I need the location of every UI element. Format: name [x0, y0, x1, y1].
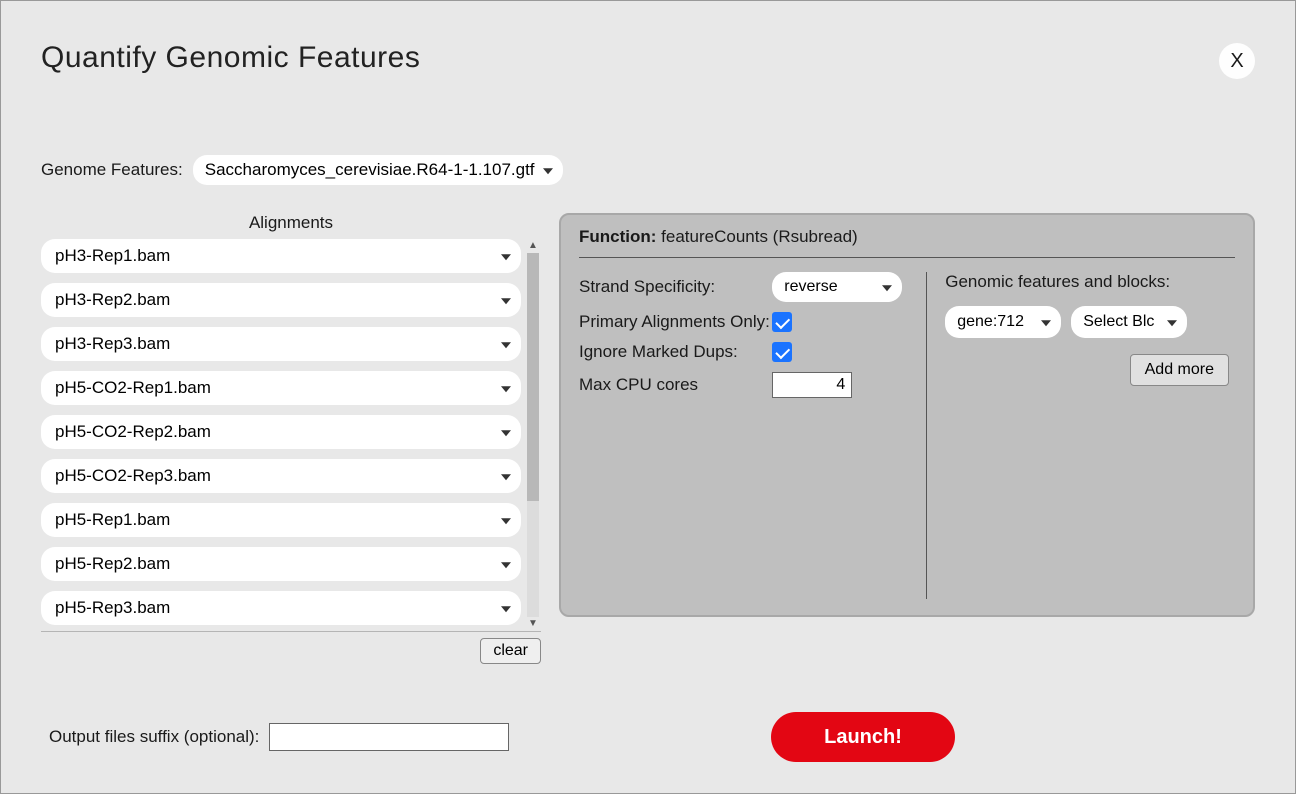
alignment-item: pH3-Rep1.bam [41, 239, 521, 273]
alignment-item: pH5-Rep2.bam [41, 547, 521, 581]
ignore-dups-checkbox[interactable] [772, 342, 792, 362]
launch-button[interactable]: Launch! [771, 712, 955, 762]
alignment-item: pH5-CO2-Rep2.bam [41, 415, 521, 449]
scroll-thumb[interactable] [527, 253, 539, 501]
alignments-scrollbar[interactable]: ▲ ▼ [525, 239, 541, 631]
ignore-dups-label: Ignore Marked Dups: [579, 342, 738, 362]
alignment-item: pH3-Rep2.bam [41, 283, 521, 317]
alignments-list: pH3-Rep1.bam pH3-Rep2.bam pH3-Rep3.bam pH5-… [41, 239, 525, 631]
alignment-select[interactable]: pH5-CO2-Rep2.bam [41, 415, 521, 449]
alignment-item: pH5-CO2-Rep1.bam [41, 371, 521, 405]
close-button[interactable]: X [1219, 43, 1255, 79]
alignment-select[interactable]: pH3-Rep1.bam [41, 239, 521, 273]
genomic-block-select[interactable]: Select Blc [1071, 306, 1187, 338]
clear-button[interactable]: clear [480, 638, 541, 664]
alignments-scroll-area: pH3-Rep1.bam pH3-Rep2.bam pH3-Rep3.bam pH5-… [41, 239, 541, 632]
page-title: Quantify Genomic Features [41, 41, 1255, 75]
alignment-select[interactable]: pH3-Rep3.bam [41, 327, 521, 361]
alignment-select[interactable]: pH3-Rep2.bam [41, 283, 521, 317]
function-right: Genomic features and blocks: gene:712 Se… [941, 272, 1235, 599]
alignment-select[interactable]: pH5-CO2-Rep3.bam [41, 459, 521, 493]
alignment-select[interactable]: pH5-CO2-Rep1.bam [41, 371, 521, 405]
alignment-item: pH5-CO2-Rep3.bam [41, 459, 521, 493]
genome-features-select[interactable]: Saccharomyces_cerevisiae.R64-1-1.107.gtf [193, 155, 563, 185]
alignment-item: pH5-Rep3.bam [41, 591, 521, 625]
function-panel: Function: featureCounts (Rsubread) Stran… [559, 213, 1255, 617]
scroll-down-icon[interactable]: ▼ [528, 619, 538, 629]
alignment-select[interactable]: pH5-Rep3.bam [41, 591, 521, 625]
dialog-quantify-genomic-features: Quantify Genomic Features X Genome Featu… [0, 0, 1296, 794]
function-prefix: Function: [579, 227, 656, 246]
function-header: Function: featureCounts (Rsubread) [579, 227, 1235, 258]
genome-features-select-wrap: Saccharomyces_cerevisiae.R64-1-1.107.gtf [193, 155, 563, 185]
genome-features-row: Genome Features: Saccharomyces_cerevisia… [41, 155, 1255, 185]
genomic-feature-select[interactable]: gene:712 [945, 306, 1061, 338]
alignment-select[interactable]: pH5-Rep2.bam [41, 547, 521, 581]
max-cpu-input[interactable] [772, 372, 852, 398]
alignment-item: pH5-Rep1.bam [41, 503, 521, 537]
genomic-features-heading: Genomic features and blocks: [945, 272, 1235, 292]
max-cpu-label: Max CPU cores [579, 375, 698, 395]
scroll-track[interactable] [527, 253, 539, 617]
function-body: Strand Specificity: reverse Primary Alig… [579, 272, 1235, 599]
add-more-button[interactable]: Add more [1130, 354, 1229, 386]
scroll-up-icon[interactable]: ▲ [528, 241, 538, 251]
alignments-heading: Alignments [41, 213, 541, 233]
strand-specificity-select[interactable]: reverse [772, 272, 902, 302]
bottom-row: Output files suffix (optional): Launch! [41, 712, 1255, 762]
alignments-column: Alignments pH3-Rep1.bampH3-Rep2.bampH3-R… [41, 213, 541, 664]
primary-alignments-label: Primary Alignments Only: [579, 312, 770, 332]
function-name: featureCounts (Rsubread) [661, 227, 858, 246]
output-suffix-label: Output files suffix (optional): [49, 727, 259, 747]
alignment-select[interactable]: pH5-Rep1.bam [41, 503, 521, 537]
primary-alignments-checkbox[interactable] [772, 312, 792, 332]
main-content: Alignments pH3-Rep1.bampH3-Rep2.bampH3-R… [41, 213, 1255, 664]
function-left: Strand Specificity: reverse Primary Alig… [579, 272, 927, 599]
output-suffix-input[interactable] [269, 723, 509, 751]
genome-features-label: Genome Features: [41, 160, 183, 180]
alignment-item: pH3-Rep3.bam [41, 327, 521, 361]
strand-specificity-label: Strand Specificity: [579, 277, 715, 297]
